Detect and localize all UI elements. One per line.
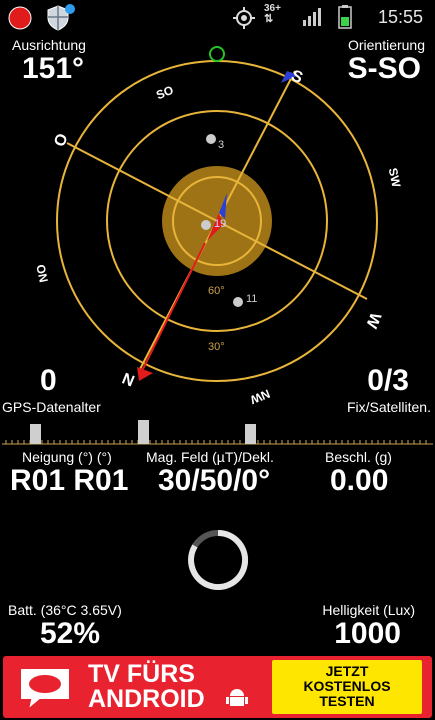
gps-icon [233,7,255,29]
dial-label-o: O [51,131,71,149]
sat-bar [138,420,149,444]
clock: 15:55 [377,7,423,27]
network-arrows-icon: 36+ ⇅ [264,3,281,25]
dial-label-no: NO [34,263,51,284]
ad-line-1: TV FÜRS [88,660,195,688]
ad-cta-line-2: KOSTENLOS [303,678,391,694]
ad-cta-line-1: JETZT [325,663,369,679]
target-marker-icon [209,46,225,62]
android-icon [226,689,248,706]
ring-label-30: 30° [208,341,225,353]
ad-headline: TV FÜRS ANDROID [88,662,205,712]
brightness-value: 1000 [334,617,401,650]
satellite-3 [206,134,216,144]
battery-value: 52% [40,617,101,650]
battery-icon [338,5,352,29]
tilt-label: Neigung (°) (°) [22,449,112,465]
gps-age-label: GPS-Datenalter [2,399,101,415]
sat-bar [245,424,256,444]
chat-bubble-icon [19,667,71,713]
ad-cta-button[interactable]: JETZT KOSTENLOS TESTEN [272,660,422,714]
sat-bar [30,424,41,444]
record-icon [8,6,32,30]
mag-label: Mag. Feld (µT)/Dekl. [146,449,274,465]
battery-label: Batt. (36°C 3.65V) [8,602,122,618]
satellite-19 [201,220,211,230]
status-bar: 36+ ⇅ 15:55 [0,0,435,34]
dial-label-so: SO [154,83,175,102]
gps-age-value: 0 [40,364,57,397]
loading-spinner-icon [188,529,249,590]
satellite-11 [233,297,243,307]
satellite-label-11: 11 [246,293,257,305]
dial-label-s: S [289,67,306,87]
north-pointer-icon [137,367,153,381]
ring-label-60: 60° [208,285,225,297]
needle-north-line [141,242,206,372]
mag-value: 30/50/0° [158,464,271,497]
accel-label: Beschl. (g) [325,449,392,465]
brightness-label: Helligkeit (Lux) [322,602,415,618]
fix-label: Fix/Satelliten. [346,399,431,415]
dial-label-sw: SW [386,167,404,189]
tilt-value: R01 R01 [10,464,129,497]
ad-cta-line-3: TESTEN [319,693,375,709]
fix-value: 0/3 [367,364,409,397]
satellite-label-19: 19 [214,218,226,230]
ad-line-2: ANDROID [88,685,205,713]
signal-icon [303,8,321,26]
dial-label-nw: NW [248,387,272,408]
shield-icon [47,4,75,31]
dial-label-n: N [120,369,137,389]
accel-value: 0.00 [330,464,389,497]
dial-label-w: W [362,310,384,331]
signal-strength-strip [2,420,433,445]
satellite-label-3: 3 [218,139,224,151]
